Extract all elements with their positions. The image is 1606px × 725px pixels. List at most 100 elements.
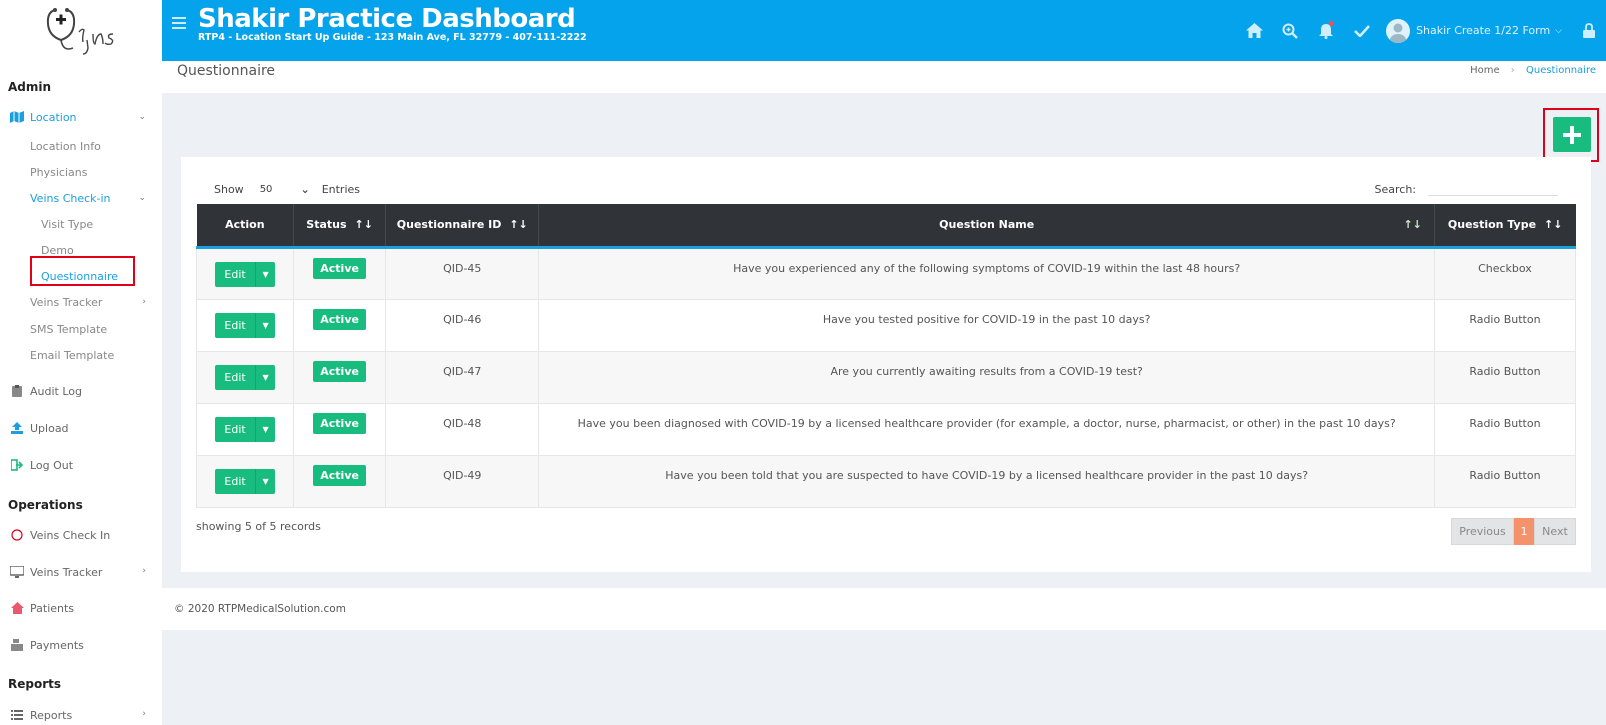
next-page-button[interactable]: Next — [1534, 518, 1576, 545]
sidebar-item-veins-tracker[interactable]: Veins Tracker › — [0, 293, 162, 311]
sidebar-item-questionnaire[interactable]: Questionnaire — [0, 267, 162, 285]
logout-icon — [10, 458, 24, 472]
sidebar-item-label: Payments — [30, 638, 84, 652]
cell-question-name: Are you currently awaiting results from … — [538, 350, 1435, 404]
cell-status: Active — [293, 246, 387, 300]
table-row: Edit ▼ Active QID-47 Are you currently aw… — [195, 350, 1577, 404]
caret-down-icon[interactable]: ▼ — [255, 261, 275, 287]
previous-page-button[interactable]: Previous — [1451, 518, 1514, 545]
table-row: Edit ▼ Active QID-48 Have you been diagno… — [195, 402, 1577, 456]
cell-question-name: Have you been told that you are suspecte… — [538, 454, 1435, 508]
table-row: Edit ▼ Active QID-45 Have you experienced… — [195, 246, 1577, 300]
search-control: Search: — [1375, 182, 1558, 196]
entries-value: 50 — [259, 184, 273, 195]
cell-qid: QID-46 — [385, 298, 540, 352]
cell-status: Active — [293, 350, 387, 404]
sidebar-item-location[interactable]: Location ⌄ — [0, 108, 162, 126]
sidebar-item-label: Email Template — [30, 348, 115, 362]
breadcrumb-current: Questionnaire — [1525, 65, 1596, 76]
sidebar-item-sms-template[interactable]: SMS Template — [0, 320, 162, 338]
lock-icon[interactable] — [1576, 23, 1602, 38]
sidebar-item-log-out[interactable]: Log Out — [0, 456, 162, 474]
plus-icon — [1563, 125, 1581, 144]
entries-select[interactable]: 50 ⌄ — [260, 183, 310, 196]
table-row: Edit ▼ Active QID-49 Have you been told t… — [195, 454, 1577, 508]
sidebar-item-physicians[interactable]: Physicians — [0, 163, 162, 181]
breadcrumb-bar: Questionnaire Home › Questionnaire — [162, 61, 1606, 93]
cell-question-type: Checkbox — [1433, 246, 1577, 300]
breadcrumb: Home › Questionnaire — [1470, 65, 1596, 76]
chevron-right-icon: › — [1510, 65, 1515, 76]
sidebar-item-reports[interactable]: Reports › — [0, 706, 162, 724]
sidebar-item-email-template[interactable]: Email Template — [0, 346, 162, 364]
edit-button[interactable]: Edit ▼ — [215, 261, 276, 287]
caret-down-icon[interactable]: ▼ — [255, 364, 275, 390]
sidebar-item-label: Log Out — [30, 458, 74, 472]
caret-down-icon[interactable]: ▼ — [255, 312, 275, 338]
breadcrumb-home[interactable]: Home — [1470, 65, 1500, 76]
sidebar-item-location-info[interactable]: Location Info — [0, 137, 162, 155]
sidebar-item-upload[interactable]: Upload — [0, 419, 162, 437]
sidebar-item-label: Questionnaire — [41, 269, 119, 283]
sidebar-item-veins-checkin[interactable]: Veins Check-in ⌄ — [0, 189, 162, 207]
veins-logo[interactable] — [0, 0, 162, 70]
copyright-text: © 2020 RTPMedicalSolution.com — [174, 603, 346, 615]
col-qid[interactable]: Questionnaire ID ↑↓ — [385, 204, 540, 249]
col-question-type[interactable]: Question Type ↑↓ — [1434, 204, 1576, 249]
pagination: Previous 1 Next — [1451, 518, 1576, 545]
user-menu[interactable]: Shakir Create 1/22 Form ⌵ — [1386, 18, 1562, 43]
questionnaire-card: Show 50 ⌄ Entries Search: Action Status ↑… — [181, 157, 1591, 572]
entries-control: Show 50 ⌄ Entries — [214, 183, 360, 196]
cash-register-icon — [10, 638, 24, 652]
top-header: Shakir Practice Dashboard RTP4 - Locatio… — [162, 0, 1606, 61]
location-subtitle: RTP4 - Location Start Up Guide - 123 Mai… — [198, 32, 587, 43]
caret-down-icon[interactable]: ▼ — [255, 416, 275, 442]
col-question-name[interactable]: Question Name ↑↓ — [538, 204, 1435, 249]
sidebar-item-label: Physicians — [30, 165, 88, 179]
chevron-right-icon: › — [142, 566, 146, 576]
table-header-row: Action Status ↑↓ Questionnaire ID ↑↓ Quest… — [196, 204, 1576, 249]
search-input[interactable] — [1428, 182, 1558, 196]
status-badge: Active — [313, 464, 366, 486]
user-name: Shakir Create 1/22 Form — [1416, 24, 1551, 37]
check-icon[interactable] — [1344, 24, 1380, 37]
clipboard-icon — [10, 384, 24, 398]
edit-button[interactable]: Edit ▼ — [215, 312, 276, 338]
sidebar-item-label: Veins Check In — [30, 528, 111, 542]
chevron-down-icon: ⌄ — [138, 112, 146, 122]
section-admin: Admin — [8, 80, 52, 94]
edit-button[interactable]: Edit ▼ — [215, 364, 276, 390]
bell-icon[interactable] — [1308, 20, 1344, 39]
sidebar-item-audit-log[interactable]: Audit Log — [0, 382, 162, 400]
cell-qid: QID-45 — [385, 246, 540, 300]
chevron-down-icon: ⌵ — [1555, 25, 1562, 36]
highlight-box — [1543, 108, 1599, 162]
col-status[interactable]: Status ↑↓ — [293, 204, 387, 249]
edit-button[interactable]: Edit ▼ — [215, 468, 276, 494]
cell-question-name: Have you been diagnosed with COVID-19 by… — [538, 402, 1435, 456]
sidebar-item-visit-type[interactable]: Visit Type — [0, 215, 162, 233]
edit-button[interactable]: Edit ▼ — [215, 416, 276, 442]
cell-qid: QID-49 — [385, 454, 540, 508]
search-zoom-icon[interactable] — [1272, 23, 1308, 39]
page-1-button[interactable]: 1 — [1514, 518, 1534, 545]
add-question-button[interactable] — [1553, 117, 1591, 152]
sidebar-item-patients[interactable]: Patients — [0, 599, 162, 617]
cell-action: Edit ▼ — [195, 350, 295, 404]
cell-question-type: Radio Button — [1433, 402, 1577, 456]
status-badge: Active — [313, 360, 366, 382]
sort-icon: ↑↓ — [1544, 218, 1563, 232]
sidebar-item-label: Location Info — [30, 139, 101, 153]
sidebar-item-label: Audit Log — [30, 384, 82, 398]
sort-icon: ↑↓ — [509, 218, 528, 232]
chevron-right-icon: › — [142, 709, 146, 719]
circle-icon — [10, 528, 24, 542]
home-icon[interactable] — [1236, 23, 1272, 38]
monitor-icon — [10, 565, 24, 579]
sidebar-item-payments[interactable]: Payments — [0, 636, 162, 654]
caret-down-icon[interactable]: ▼ — [255, 468, 275, 494]
sidebar-item-veins-check-in[interactable]: Veins Check In — [0, 526, 162, 544]
hamburger-menu-icon[interactable] — [172, 17, 186, 32]
cell-question-name: Have you experienced any of the followin… — [538, 246, 1435, 300]
sidebar-item-veins-tracker-ops[interactable]: Veins Tracker › — [0, 563, 162, 581]
